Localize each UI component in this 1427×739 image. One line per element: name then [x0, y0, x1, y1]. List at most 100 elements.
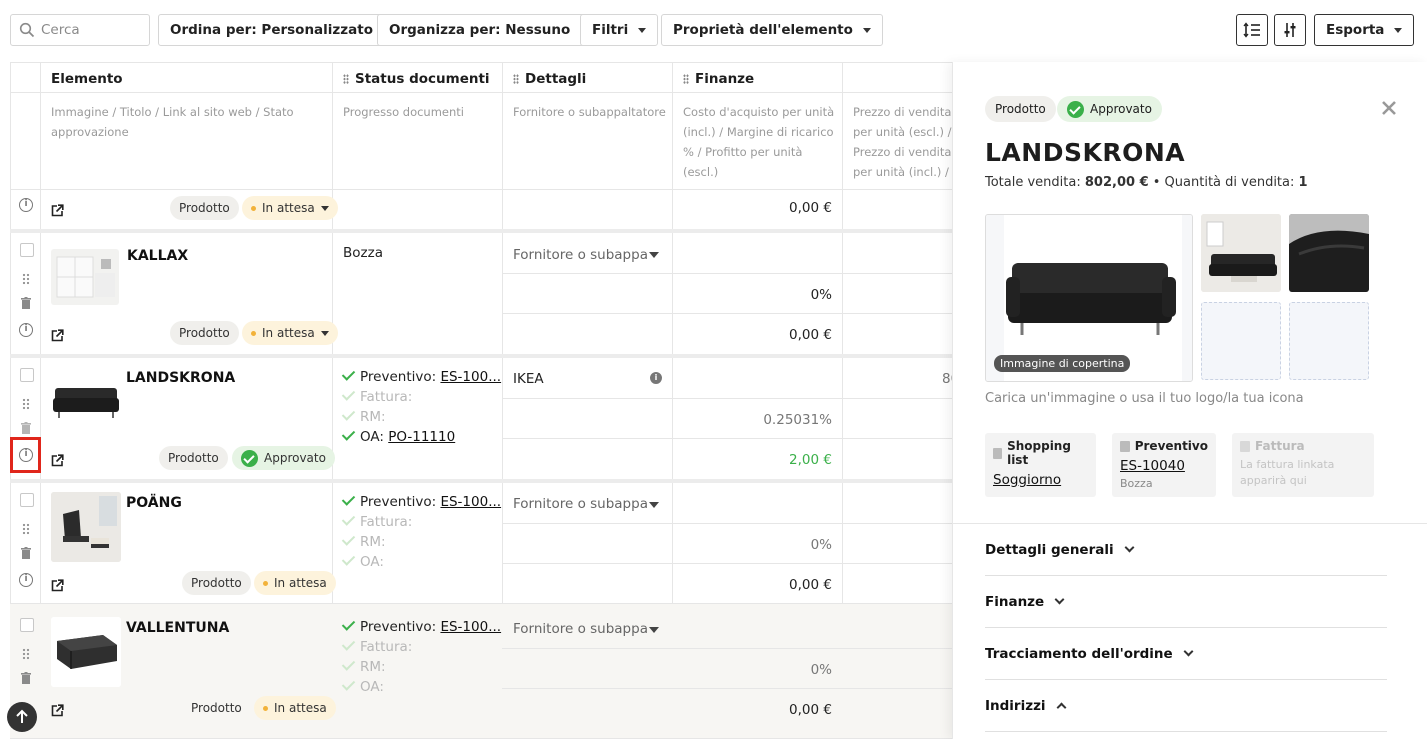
product-title[interactable]: VALLENTUNA [126, 620, 229, 636]
section-finance[interactable]: Finanze [985, 576, 1387, 628]
margin-value[interactable]: 0% [682, 662, 832, 678]
row-checkbox[interactable] [20, 618, 34, 632]
filter-dropdown[interactable]: Filtri [580, 14, 659, 46]
search-input[interactable] [41, 22, 141, 38]
drag-handle-icon[interactable] [22, 523, 30, 535]
panel-approval-badge[interactable]: Approvato [1057, 96, 1162, 122]
section-addresses[interactable]: Indirizzi [985, 680, 1387, 732]
trash-icon[interactable] [21, 672, 31, 684]
section-order-tracking[interactable]: Tracciamento dell'ordine [985, 628, 1387, 680]
info-icon[interactable]: i [19, 323, 33, 337]
gallery-empty-slot[interactable] [1201, 302, 1281, 380]
product-title[interactable]: POÄNG [126, 495, 182, 511]
external-link-icon[interactable] [51, 204, 64, 217]
drag-handle-icon[interactable] [513, 74, 519, 84]
approval-status-dropdown[interactable]: In attesa [242, 321, 338, 345]
caret-down-icon[interactable] [649, 627, 659, 633]
cover-image[interactable]: Immagine di copertina [985, 214, 1193, 382]
section-general-details[interactable]: Dettagli generali [985, 524, 1387, 576]
gallery-image[interactable] [1289, 214, 1369, 292]
approval-status[interactable]: In attesa [254, 571, 336, 595]
table-row[interactable]: i Prodotto In attesa 0,00 € [10, 189, 952, 233]
gallery-image[interactable] [1201, 214, 1281, 292]
supplier-select[interactable]: Fornitore o subappa [513, 247, 648, 263]
approval-status-dropdown[interactable]: In attesa [242, 196, 338, 220]
row-checkbox[interactable] [20, 368, 34, 382]
drag-handle-icon[interactable] [343, 74, 349, 84]
quote-card[interactable]: Preventivo ES-10040 Bozza [1112, 433, 1216, 497]
table-row[interactable]: i POÄNG Prodotto In attesa Preventivo: E… [10, 483, 952, 604]
approval-status-dropdown[interactable]: Approvato [232, 446, 335, 470]
info-icon[interactable]: i [19, 198, 33, 212]
caret-down-icon[interactable] [649, 252, 659, 258]
product-thumbnail[interactable] [51, 492, 121, 562]
doc-invoice-label: Fattura: [360, 514, 413, 530]
product-thumbnail[interactable] [51, 376, 121, 424]
supplier-select[interactable]: Fornitore o subappa [513, 496, 648, 512]
profit-value[interactable]: 0,00 € [682, 577, 832, 593]
table-row[interactable]: i KALLAX Prodotto In attesa Bozza Fornit… [10, 233, 952, 358]
qty-value: 1 [1298, 175, 1308, 190]
search-box[interactable] [10, 14, 150, 46]
header-element[interactable]: Elemento [51, 71, 123, 87]
trash-icon[interactable] [21, 547, 31, 559]
supplier-value[interactable]: IKEA [513, 371, 544, 387]
external-link-icon[interactable] [51, 579, 64, 592]
sale-price-value[interactable]: 80 [942, 371, 952, 387]
profit-value[interactable]: 0,00 € [682, 702, 832, 718]
profit-value[interactable]: 0,00 € [682, 327, 832, 343]
product-title[interactable]: KALLAX [127, 248, 188, 264]
supplier-info-icon[interactable]: i [650, 372, 662, 384]
trash-icon[interactable] [21, 297, 31, 309]
group-dropdown[interactable]: Organizza per: Nessuno [377, 14, 601, 46]
external-link-icon[interactable] [51, 454, 64, 467]
external-link-icon[interactable] [51, 329, 64, 342]
supplier-select[interactable]: Fornitore o subappa [513, 621, 648, 637]
export-dropdown[interactable]: Esporta [1314, 14, 1415, 46]
shopping-list-card[interactable]: Shopping list Soggiorno [985, 433, 1096, 497]
column-settings-button[interactable] [1274, 14, 1306, 46]
approval-label: In attesa [262, 201, 315, 215]
info-icon[interactable]: i [19, 573, 33, 587]
margin-value[interactable]: 0.25031% [682, 412, 832, 428]
profit-value[interactable]: 0,00 € [682, 200, 832, 216]
scroll-top-button[interactable] [7, 702, 37, 732]
panel-totals: Totale vendita: 802,00 € • Quantità di v… [985, 175, 1308, 190]
trash-icon[interactable] [21, 422, 31, 434]
element-properties-dropdown[interactable]: Proprietà dell'elemento [661, 14, 883, 46]
row-checkbox[interactable] [20, 243, 34, 257]
table-row[interactable]: i LANDSKRONA Prodotto Approvato Preventi… [10, 358, 952, 483]
drag-handle-icon[interactable] [683, 74, 689, 84]
header-status[interactable]: Status documenti [343, 71, 490, 87]
drag-handle-icon[interactable] [22, 648, 30, 660]
margin-value[interactable]: 0% [682, 287, 832, 303]
profit-value[interactable]: 2,00 € [682, 452, 832, 468]
header-finance[interactable]: Finanze [683, 71, 754, 87]
product-thumbnail[interactable] [51, 617, 121, 687]
caret-down-icon[interactable] [649, 502, 659, 508]
external-link-icon[interactable] [51, 704, 64, 717]
quote-link[interactable]: ES-10040 [1120, 458, 1208, 474]
margin-value[interactable]: 0% [682, 537, 832, 553]
doc-invoice-label: Fattura: [360, 639, 413, 655]
table-row[interactable]: VALLENTUNA Prodotto In attesa Preventivo… [10, 604, 952, 739]
row-density-button[interactable] [1236, 14, 1268, 46]
sort-dropdown[interactable]: Ordina per: Personalizzato [158, 14, 403, 46]
approval-label: In attesa [262, 326, 315, 340]
drag-handle-icon[interactable] [22, 398, 30, 410]
header-details[interactable]: Dettagli [513, 71, 586, 87]
doc-quote-link[interactable]: ES-100... [440, 369, 501, 385]
drag-handle-icon[interactable] [22, 273, 30, 285]
doc-quote-link[interactable]: ES-100... [440, 619, 501, 635]
product-title[interactable]: LANDSKRONA [126, 370, 235, 386]
doc-quote-link[interactable]: ES-100... [440, 494, 501, 510]
doc-oa-link[interactable]: PO-11110 [388, 429, 455, 445]
close-icon[interactable] [1381, 100, 1397, 116]
check-icon [341, 617, 356, 631]
row-checkbox[interactable] [20, 493, 34, 507]
gallery-empty-slot[interactable] [1289, 302, 1369, 380]
approval-status[interactable]: In attesa [254, 696, 336, 720]
toolbar: Ordina per: Personalizzato Organizza per… [0, 0, 1427, 60]
product-thumbnail[interactable] [51, 249, 119, 305]
shopping-list-link[interactable]: Soggiorno [993, 472, 1088, 488]
